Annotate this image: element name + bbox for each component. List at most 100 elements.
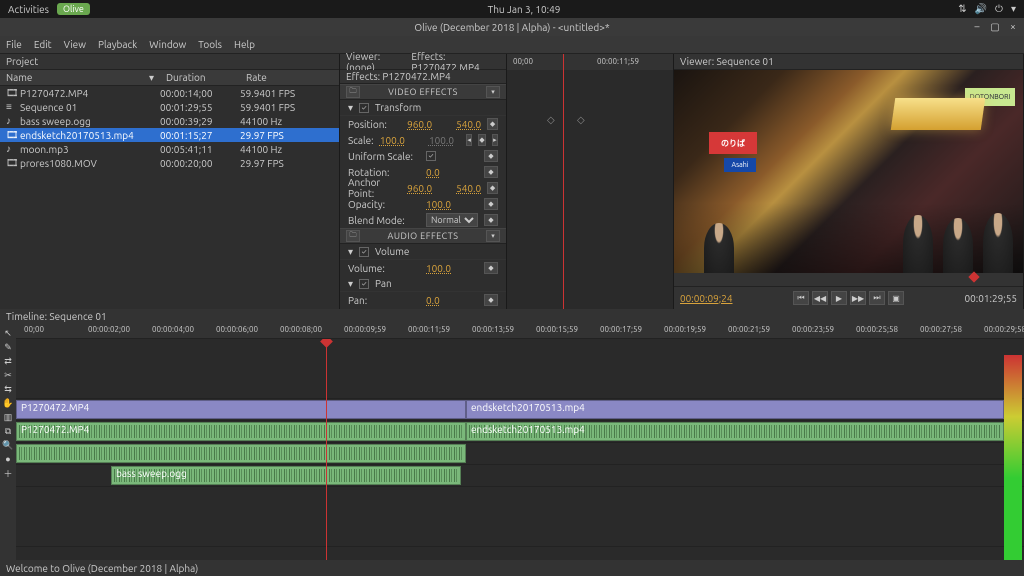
clip-audio[interactable]: endsketch20170513.mp4 (466, 422, 1004, 441)
activities-button[interactable]: Activities (8, 4, 49, 15)
keyframe-icon[interactable]: ◆ (484, 150, 498, 162)
close-button[interactable]: × (1008, 21, 1018, 33)
volume-value[interactable]: 100.0 (426, 263, 451, 274)
project-row[interactable]: 🎞prores1080.MOV00:00:20;0029.97 FPS (0, 156, 339, 170)
edit-tool[interactable]: ✎ (2, 341, 14, 353)
menu-playback[interactable]: Playback (98, 39, 137, 50)
video-effects-header: VIDEO EFFECTS (366, 87, 480, 97)
collapse-icon[interactable]: ▾ (348, 278, 353, 290)
next-kf-icon[interactable]: ▸ (492, 134, 498, 146)
collapse-icon[interactable]: ▾ (348, 102, 353, 114)
position-x[interactable]: 960.0 (407, 119, 432, 130)
menu-help[interactable]: Help (234, 39, 255, 50)
record-button[interactable]: ▣ (888, 291, 904, 305)
col-rate[interactable]: Rate (240, 70, 273, 85)
viewer-ruler[interactable] (674, 273, 1023, 287)
menu-view[interactable]: View (64, 39, 86, 50)
play-button[interactable]: ▶ (831, 291, 847, 305)
maximize-button[interactable]: ▢ (990, 21, 1000, 33)
keyframe-icon[interactable]: ◆ (484, 262, 498, 274)
project-row[interactable]: ≡Sequence 0100:01:29;5559.9401 FPS (0, 100, 339, 114)
audio-track-3[interactable]: bass sweep.ogg (16, 465, 1024, 487)
project-list[interactable]: 🎞P1270472.MP400:00:14;0059.9401 FPS≡Sequ… (0, 86, 339, 309)
position-y[interactable]: 540.0 (456, 119, 481, 130)
keyframe-area[interactable]: 00;00 00:00:11;59 ◇ ◇ (506, 54, 673, 309)
col-duration[interactable]: Duration (160, 70, 240, 85)
keyframe-icon[interactable]: ◆ (487, 118, 498, 130)
clip-video[interactable]: endsketch20170513.mp4 (466, 400, 1004, 419)
timeline-playhead[interactable] (326, 339, 327, 560)
viewer-canvas[interactable]: DOTONBORI のりば Asahi (674, 70, 1023, 273)
viewer-playhead-marker[interactable] (968, 271, 979, 282)
network-icon[interactable]: ⇅ (958, 3, 966, 15)
pointer-tool[interactable]: ↖ (2, 327, 14, 339)
viewer-tc-current[interactable]: 00:00:09;24 (680, 293, 733, 304)
keyframe-icon[interactable]: ◆ (487, 182, 498, 194)
anchor-y[interactable]: 540.0 (456, 183, 481, 194)
clip-audio[interactable]: P1270472.MP4 (16, 422, 466, 441)
timeline-tracks[interactable]: P1270472.MP4 endsketch20170513.mp4 P1270… (16, 339, 1024, 560)
clip-audio[interactable] (16, 444, 466, 463)
transform-enable[interactable]: ✓ (359, 103, 369, 113)
rewind-button[interactable]: ◀◀ (812, 291, 828, 305)
opacity-value[interactable]: 100.0 (426, 199, 451, 210)
menu-edit[interactable]: Edit (34, 39, 52, 50)
anchor-x[interactable]: 960.0 (407, 183, 432, 194)
keyframe-icon[interactable]: ◆ (484, 214, 498, 226)
pan-enable[interactable]: ✓ (359, 279, 369, 289)
clip-audio[interactable]: bass sweep.ogg (111, 466, 461, 485)
effects-playhead[interactable] (563, 54, 564, 309)
slip-tool[interactable]: ⇆ (2, 383, 14, 395)
add-effect-icon[interactable]: ▾ (486, 230, 500, 242)
menu-file[interactable]: File (6, 39, 22, 50)
power-icon[interactable]: ⏻ (995, 3, 1003, 15)
transition-tool[interactable]: ▥ (2, 411, 14, 423)
scale-x[interactable]: 100.0 (380, 135, 405, 146)
keyframe-ruler[interactable]: 00;00 00:00:11;59 (507, 54, 673, 70)
prev-kf-icon[interactable]: ◂ (466, 134, 472, 146)
add-tool[interactable]: ＋ (2, 467, 14, 479)
snap-toggle[interactable]: ⧉ (2, 425, 14, 437)
audio-track-2[interactable] (16, 443, 1024, 465)
record-tool[interactable]: ● (2, 453, 14, 465)
minimize-button[interactable]: – (972, 21, 982, 33)
menu-caret-icon[interactable]: ▾ (1011, 3, 1016, 15)
goto-end-button[interactable]: ⏭ (869, 291, 885, 305)
rotation-value[interactable]: 0.0 (426, 167, 440, 178)
keyframe-diamond-icon[interactable]: ◇ (577, 114, 585, 126)
hand-tool[interactable]: ✋ (2, 397, 14, 409)
timeline-ruler[interactable]: 00;0000:00:02;0000:00:04;0000:00:06;0000… (16, 323, 1024, 339)
clip-video[interactable]: P1270472.MP4 (16, 400, 466, 419)
project-row[interactable]: ♪bass sweep.ogg00:00:39;2944100 Hz (0, 114, 339, 128)
clock[interactable]: Thu Jan 3, 10:49 (488, 4, 561, 15)
video-track-1[interactable]: P1270472.MP4 endsketch20170513.mp4 (16, 399, 1024, 421)
volume-enable[interactable]: ✓ (359, 247, 369, 257)
goto-start-button[interactable]: ⏮ (793, 291, 809, 305)
forward-button[interactable]: ▶▶ (850, 291, 866, 305)
keyframe-icon[interactable]: ◆ (484, 294, 498, 306)
keyframe-diamond-icon[interactable]: ◇ (547, 114, 555, 126)
add-effect-icon[interactable]: ▾ (486, 86, 500, 98)
pan-value[interactable]: 0.0 (426, 295, 440, 306)
ripple-tool[interactable]: ⇄ (2, 355, 14, 367)
project-row[interactable]: 🎞endsketch20170513.mp400:01:15;2729.97 F… (0, 128, 339, 142)
audio-track-1[interactable]: P1270472.MP4 endsketch20170513.mp4 (16, 421, 1024, 443)
uniform-check[interactable]: ✓ (426, 151, 436, 161)
app-indicator[interactable]: Olive (57, 3, 90, 15)
volume-icon[interactable]: 🔊 (975, 3, 987, 15)
menu-window[interactable]: Window (149, 39, 186, 50)
collapse-icon[interactable]: ▾ (348, 246, 353, 258)
menu-tools[interactable]: Tools (198, 39, 222, 50)
blend-select[interactable]: Normal (426, 213, 478, 227)
folder-icon[interactable]: 🗀 (346, 86, 360, 98)
kf-toggle-icon[interactable]: ◆ (478, 134, 485, 146)
zoom-tool[interactable]: 🔍 (2, 439, 14, 451)
project-row[interactable]: ♪moon.mp300:05:41;1144100 Hz (0, 142, 339, 156)
folder-icon[interactable]: 🗀 (346, 230, 360, 242)
keyframe-icon[interactable]: ◆ (484, 198, 498, 210)
razor-tool[interactable]: ✂ (2, 369, 14, 381)
keyframe-icon[interactable]: ◆ (484, 166, 498, 178)
ruler-tick: 00:00:15;59 (536, 325, 578, 334)
col-name[interactable]: Name▾ (0, 70, 160, 85)
project-row[interactable]: 🎞P1270472.MP400:00:14;0059.9401 FPS (0, 86, 339, 100)
